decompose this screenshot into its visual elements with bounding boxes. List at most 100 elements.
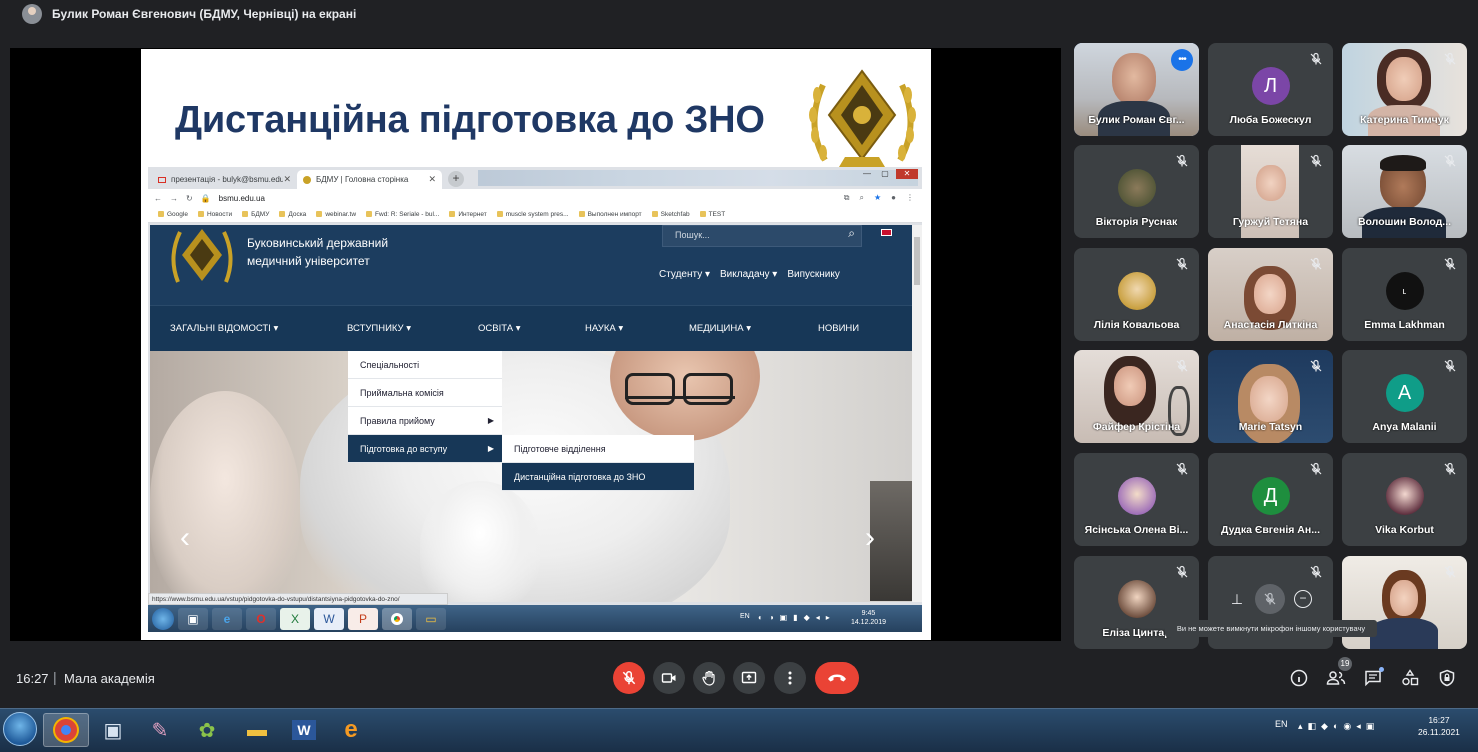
- presentation-slide: Дистанційна підготовка до ЗНО презентаці…: [141, 49, 931, 640]
- participant-tile[interactable]: Л Люба Божескул: [1208, 43, 1333, 136]
- chat-button[interactable]: [1361, 666, 1385, 690]
- participant-tile[interactable]: Vika Korbut: [1342, 453, 1467, 546]
- chevron-right-icon: ▶: [487, 416, 494, 425]
- university-favicon: [303, 175, 311, 184]
- participant-tile[interactable]: Лілія Ковальова: [1074, 248, 1199, 341]
- participant-avatar: [1117, 477, 1156, 515]
- mic-toggle-button[interactable]: [613, 662, 645, 694]
- word-icon: W: [292, 720, 316, 740]
- save-app-icon: ▣: [178, 607, 208, 630]
- dropdown-item: Спеціальності: [348, 351, 502, 379]
- host-controls-button[interactable]: [1435, 666, 1459, 690]
- participant-tile[interactable]: Волошин Волод...: [1342, 145, 1467, 238]
- bookmark-star-icon: ★: [873, 193, 882, 202]
- participant-tile[interactable]: Д Дудка Євгенія Ан...: [1208, 453, 1333, 546]
- participant-tile[interactable]: Катерина Тимчук: [1342, 43, 1467, 136]
- zoom-icon: ⌕: [859, 193, 864, 202]
- presentation-banner-text: Булик Роман Євгенович (БДМУ, Чернівці) н…: [52, 7, 357, 21]
- participant-tile[interactable]: ••• Булик Роман Євг...: [1074, 43, 1199, 136]
- mic-off-icon: [1176, 462, 1188, 475]
- more-vert-icon: [788, 671, 792, 685]
- activities-button[interactable]: [1398, 666, 1422, 690]
- mic-off-icon: [1176, 154, 1188, 167]
- present-screen-button[interactable]: [733, 662, 765, 694]
- os-language[interactable]: EN: [1275, 719, 1288, 729]
- participant-count-badge: 19: [1338, 657, 1352, 671]
- start-button[interactable]: [3, 712, 37, 746]
- university-emblem-icon: [809, 69, 916, 167]
- meeting-separator: |: [53, 669, 57, 685]
- participant-avatar: [1385, 477, 1424, 515]
- participant-name: Волошин Волод...: [1357, 216, 1452, 228]
- close-icon: ✕: [896, 169, 918, 179]
- ie-icon: e: [212, 607, 242, 630]
- taskbar-app[interactable]: ✎: [137, 713, 183, 747]
- participant-tile[interactable]: Файфер Крістіна: [1074, 350, 1199, 443]
- hang-up-icon: [828, 674, 846, 682]
- mic-off-icon: [1310, 154, 1322, 167]
- taskbar-chrome[interactable]: [43, 713, 89, 747]
- taskbar-app[interactable]: ▣: [90, 713, 136, 747]
- language-flag-icon: [881, 229, 892, 236]
- slide-title: Дистанційна підготовка до ЗНО: [175, 99, 765, 141]
- start-icon: [152, 607, 174, 630]
- forward-icon: →: [170, 193, 178, 203]
- participant-name: Люба Божескул: [1229, 114, 1312, 126]
- bookmark-item: Новости: [198, 211, 232, 218]
- site-main-nav: ЗАГАЛЬНІ ВІДОМОСТІ ▾ ВСТУПНИКУ ▾ ОСВІТА …: [150, 305, 912, 351]
- participant-tile[interactable]: ʟ Emma Lakhman: [1342, 248, 1467, 341]
- system-tray-icons[interactable]: ▴◧◆◐◉◂▣: [1298, 721, 1379, 732]
- taskbar-app[interactable]: ▬: [234, 713, 280, 747]
- mic-off-icon: [1310, 359, 1322, 372]
- minimize-icon: —: [863, 169, 871, 178]
- inner-clock: 9:45 14.12.2019: [850, 610, 886, 626]
- taskbar-app[interactable]: e: [328, 713, 374, 747]
- camera-toggle-button[interactable]: [653, 662, 685, 694]
- reload-icon: ↻: [186, 193, 193, 203]
- participant-tile[interactable]: Анастасія Литкіна: [1208, 248, 1333, 341]
- save-icon: ▣: [103, 719, 123, 742]
- participant-tile[interactable]: Marie Tatsyn: [1208, 350, 1333, 443]
- os-clock[interactable]: 16:27 26.11.2021: [1418, 714, 1460, 738]
- meet-window: Булик Роман Євгенович (БДМУ, Чернівці) н…: [0, 0, 1478, 752]
- activities-icon: [1402, 669, 1419, 686]
- meeting-details-button[interactable]: [1287, 666, 1311, 690]
- participant-tile[interactable]: Гуржуй Тетяна: [1208, 145, 1333, 238]
- mute-participant-button[interactable]: [1255, 584, 1285, 614]
- powerpoint-icon: P: [348, 607, 378, 630]
- mic-off-icon: [1176, 565, 1188, 578]
- people-icon: [1326, 671, 1346, 685]
- raise-hand-button[interactable]: [693, 662, 725, 694]
- nav-item: ОСВІТА ▾: [478, 323, 521, 334]
- taskbar-app[interactable]: W: [281, 713, 327, 747]
- excel-icon: X: [280, 607, 310, 630]
- info-icon: [1290, 669, 1308, 687]
- dropdown-item: Приймальна комісія: [348, 379, 502, 407]
- taskbar-app[interactable]: ✿: [184, 713, 230, 747]
- new-message-dot: [1379, 667, 1384, 672]
- mic-off-icon: [1444, 462, 1456, 475]
- participant-name: Анастасія Литкіна: [1223, 319, 1318, 331]
- pin-icon[interactable]: ⊥: [1228, 590, 1246, 608]
- participant-avatar: A: [1385, 374, 1424, 412]
- bookmarks-bar: Google Новости БДМУ Доска webinar.tw Fwd…: [148, 207, 922, 223]
- leave-call-button[interactable]: [815, 662, 859, 694]
- dropdown-item: Підготовче відділення: [502, 435, 694, 463]
- dropdown-item: Правила прийому ▶: [348, 407, 502, 435]
- ie-icon: e: [344, 716, 358, 743]
- site-search-box: Пошук... ⌕: [662, 225, 862, 247]
- more-options-button[interactable]: [774, 662, 806, 694]
- remove-participant-icon[interactable]: −: [1294, 590, 1312, 608]
- participant-tile[interactable]: A Anya Malanii: [1342, 350, 1467, 443]
- participant-avatar: [1117, 580, 1156, 618]
- participant-name: Дудка Євгенія Ан...: [1221, 524, 1320, 536]
- mic-off-icon: [1444, 359, 1456, 372]
- browser-window-controls: — ▢ ✕: [860, 169, 918, 179]
- nav-subdropdown: Підготовче відділення Дистанційна підгот…: [502, 435, 694, 491]
- meeting-control-bar: 16:27 | Мала академія 19: [0, 656, 1478, 702]
- browser-address-bar: ← → ↻ 🔒 bsmu.edu.ua ⧉ ⌕ ★ ● ⋮: [148, 189, 922, 207]
- participant-tile[interactable]: Ясінська Олена Ві...: [1074, 453, 1199, 546]
- mic-off-icon: [622, 670, 636, 685]
- participant-tile[interactable]: Вікторія Руснак: [1074, 145, 1199, 238]
- participant-avatar: [1117, 169, 1156, 207]
